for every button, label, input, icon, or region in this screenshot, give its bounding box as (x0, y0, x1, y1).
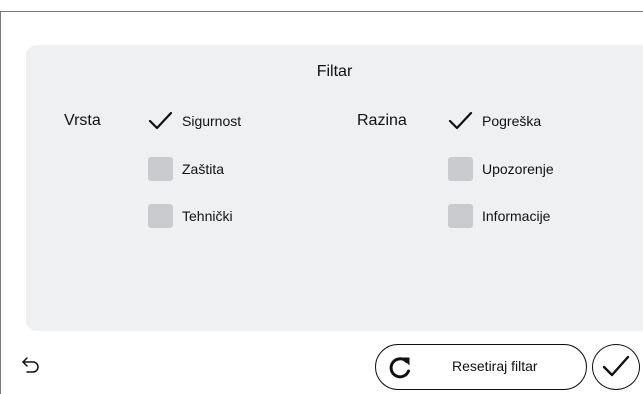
option-label: Upozorenje (482, 161, 554, 177)
checkmark-icon (148, 111, 173, 130)
option-label: Zaštita (182, 161, 225, 177)
reset-filter-button[interactable]: Resetiraj filtar (375, 344, 587, 390)
level-option-upozorenje[interactable]: Upozorenje (448, 157, 554, 181)
checkbox-zastita[interactable] (148, 157, 173, 181)
back-button[interactable] (18, 356, 44, 376)
reset-filter-label: Resetiraj filtar (452, 358, 538, 374)
level-option-informacije[interactable]: Informacije (448, 204, 550, 228)
checkbox-pogreska[interactable] (448, 109, 473, 133)
option-label: Tehnički (182, 208, 233, 224)
checkmark-icon (602, 355, 630, 377)
checkbox-tehnicki[interactable] (148, 204, 173, 228)
type-option-zastita[interactable]: Zaštita (148, 157, 224, 181)
window-left-border (0, 11, 1, 394)
checkmark-icon (448, 111, 473, 130)
checkbox-informacije[interactable] (448, 204, 473, 228)
type-group-label: Vrsta (64, 112, 101, 129)
window-top-border (0, 11, 643, 12)
level-option-pogreska[interactable]: Pogreška (448, 109, 541, 133)
option-label: Informacije (482, 208, 551, 224)
confirm-button[interactable] (592, 344, 640, 390)
option-label: Pogreška (482, 113, 542, 129)
filter-panel: Filtar Vrsta Sigurnost Zaštita Tehnički … (26, 45, 643, 331)
back-arrow-icon (22, 357, 39, 373)
checkbox-sigurnost[interactable] (148, 109, 173, 133)
refresh-icon (389, 357, 410, 379)
type-option-tehnicki[interactable]: Tehnički (148, 204, 233, 228)
type-option-sigurnost[interactable]: Sigurnost (148, 109, 241, 133)
option-label: Sigurnost (182, 113, 242, 129)
filter-title: Filtar (316, 63, 353, 80)
level-group-label: Razina (357, 112, 407, 129)
checkbox-upozorenje[interactable] (448, 157, 473, 181)
